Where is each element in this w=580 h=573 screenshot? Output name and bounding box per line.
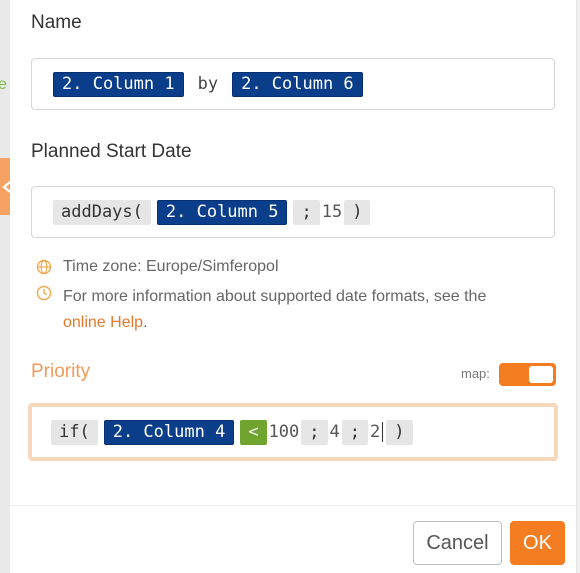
- map-toggle-label: map:: [461, 366, 490, 381]
- function-pill[interactable]: if(: [51, 419, 98, 445]
- function-pill[interactable]: addDays(: [53, 199, 151, 225]
- priority-input[interactable]: if( 2. Column 4 < 100 ; 4 ; 2 ): [28, 403, 558, 461]
- background-letter: e: [0, 76, 7, 93]
- cancel-button[interactable]: Cancel: [413, 521, 502, 565]
- footer-divider: [10, 505, 576, 506]
- variable-pill[interactable]: 2. Column 4: [103, 419, 235, 445]
- settings-panel: Name 2. Column 1 by 2. Column 6 Planned …: [10, 0, 577, 573]
- timezone-text: Time zone: Europe/Simferopol: [63, 258, 279, 275]
- timezone-note: Time zone: Europe/Simferopol: [36, 258, 279, 276]
- start-date-input[interactable]: addDays( 2. Column 5 ; 15 ): [31, 186, 555, 238]
- operator-pill[interactable]: <: [240, 419, 267, 445]
- clock-icon: [36, 285, 52, 301]
- separator-pill[interactable]: ;: [341, 419, 369, 445]
- help-text: For more information about supported dat…: [63, 288, 487, 305]
- value-text: 4: [329, 422, 340, 442]
- globe-icon: [36, 259, 52, 275]
- name-input[interactable]: 2. Column 1 by 2. Column 6: [31, 58, 555, 110]
- help-note: For more information about supported dat…: [36, 284, 556, 336]
- separator-pill[interactable]: ;: [293, 199, 320, 225]
- value-text: 100: [268, 422, 300, 442]
- variable-pill[interactable]: 2. Column 6: [232, 71, 363, 97]
- close-paren-pill[interactable]: ): [386, 419, 413, 445]
- separator-pill[interactable]: ;: [301, 419, 328, 445]
- ok-button[interactable]: OK: [510, 521, 565, 565]
- value-text: 2: [370, 422, 381, 442]
- map-toggle[interactable]: [499, 363, 556, 386]
- variable-pill[interactable]: 2. Column 1: [53, 71, 184, 97]
- plain-text: by: [197, 74, 219, 94]
- toggle-knob: [529, 366, 553, 383]
- help-text-end: .: [143, 314, 148, 331]
- text-cursor: [382, 422, 384, 442]
- close-paren-pill[interactable]: ): [344, 199, 371, 225]
- value-text: 15: [321, 202, 343, 222]
- online-help-link[interactable]: online Help: [63, 314, 143, 331]
- variable-pill[interactable]: 2. Column 5: [156, 199, 288, 225]
- start-date-label: Planned Start Date: [31, 141, 192, 162]
- name-label: Name: [31, 12, 82, 33]
- priority-label: Priority: [31, 361, 91, 382]
